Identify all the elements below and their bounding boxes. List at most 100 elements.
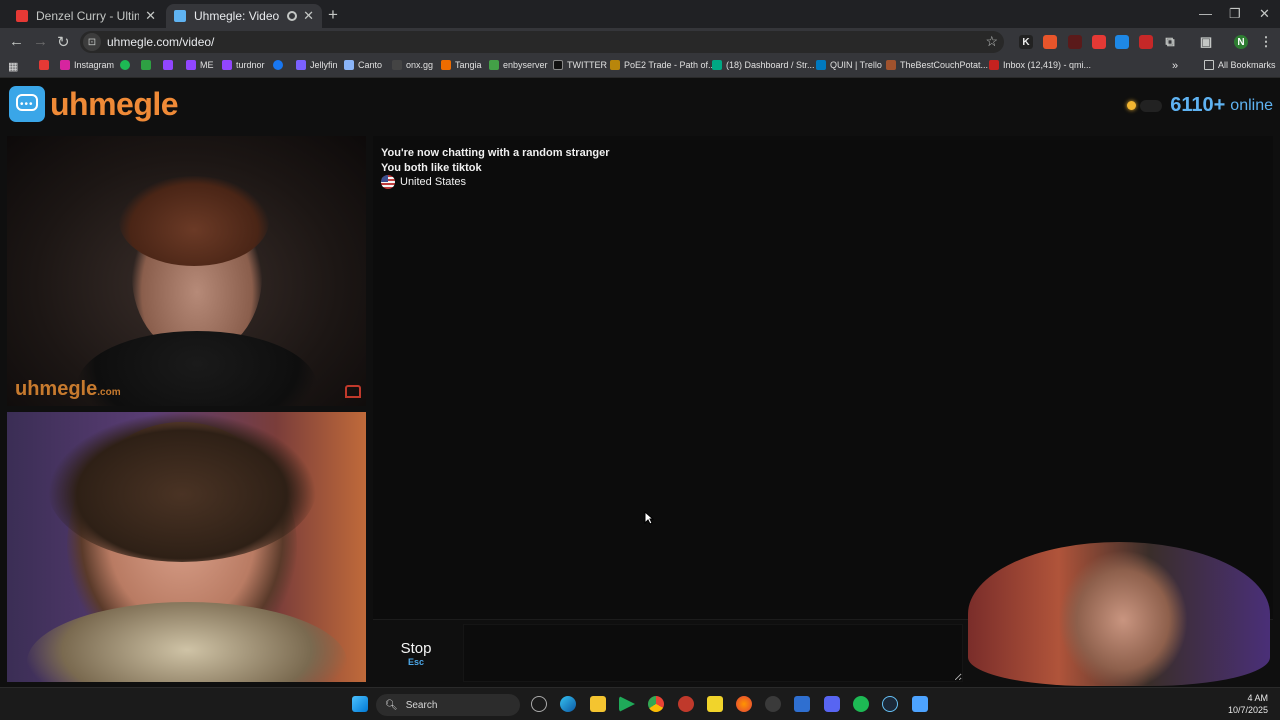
trello-icon	[816, 60, 826, 70]
taskbar-search-label: Search	[405, 699, 438, 711]
bookmark-label: PoE2 Trade - Path of...	[624, 60, 716, 70]
bookmark-youtube[interactable]	[39, 60, 53, 70]
pip-camera-overlay	[968, 542, 1270, 686]
couch-icon	[886, 60, 896, 70]
uhmegle-watermark: uhmegle.com	[15, 378, 121, 401]
sticky-notes-icon[interactable]	[707, 696, 723, 712]
x-twitter-icon	[553, 60, 563, 70]
gmail-icon	[989, 60, 999, 70]
twitch-icon	[222, 60, 232, 70]
forward-icon[interactable]: →	[33, 33, 48, 50]
all-bookmarks-folder[interactable]: All Bookmarks	[1204, 60, 1276, 70]
new-tab-icon[interactable]: +	[328, 5, 338, 25]
shared-interests: You both like tiktok	[381, 161, 482, 174]
facebook-icon	[273, 60, 283, 70]
uhmegle-page: ••• uhmegle 6110+ online uhmegle.com You…	[0, 79, 1280, 686]
bookmark-me[interactable]: ME	[186, 60, 214, 70]
bookmark-enbyserver[interactable]: enbyserver	[489, 60, 548, 70]
tab-denzel-curry[interactable]: Denzel Curry - Ultimate (BADB ✕	[8, 4, 164, 28]
bookmark-twitch[interactable]	[163, 60, 177, 70]
bookmark-facebook[interactable]	[273, 60, 287, 70]
connection-status: You're now chatting with a random strang…	[381, 147, 610, 159]
extension-badge-icon[interactable]	[1068, 35, 1082, 49]
stranger-country: United States	[381, 175, 610, 190]
enbyserver-icon	[489, 60, 499, 70]
site-info-icon[interactable]: ⊡	[83, 33, 101, 51]
file-explorer-icon[interactable]	[590, 696, 606, 712]
close-window-icon[interactable]: ✕	[1259, 6, 1270, 22]
youtube-icon	[16, 10, 28, 22]
close-tab-icon[interactable]: ✕	[145, 8, 156, 24]
steam-icon[interactable]	[882, 696, 898, 712]
online-status-dot	[1127, 101, 1137, 110]
bookmark-green-app[interactable]	[141, 60, 155, 70]
system-clock[interactable]: 4 AM 10/7/2025	[1228, 692, 1268, 716]
report-flag-icon[interactable]	[345, 385, 361, 398]
uhmegle-logo-icon[interactable]: •••	[9, 86, 45, 122]
bookmark-star-icon[interactable]: ☆	[985, 33, 998, 50]
extension-fox-icon[interactable]	[1043, 35, 1057, 49]
chrome-icon[interactable]	[648, 696, 664, 712]
browser-tab-strip: Denzel Curry - Ultimate (BADB ✕ Uhmegle:…	[0, 0, 1280, 28]
mouse-cursor-icon	[644, 511, 654, 525]
address-bar[interactable]: ⊡ uhmegle.com/video/ ☆	[80, 31, 1004, 53]
tab-uhmegle[interactable]: Uhmegle: Video Chat | Ome ✕	[166, 4, 322, 28]
bookmark-label: All Bookmarks	[1218, 60, 1276, 70]
task-view-icon[interactable]	[531, 696, 547, 712]
profile-avatar-icon[interactable]: N	[1234, 35, 1248, 49]
extension-youtube-icon[interactable]	[1092, 35, 1106, 49]
onx-icon	[392, 60, 402, 70]
bookmark-dashboard[interactable]: (18) Dashboard / Str...	[712, 60, 815, 70]
clock-date: 10/7/2025	[1227, 705, 1268, 715]
poe-icon	[610, 60, 620, 70]
bookmark-tangia[interactable]: Tangia	[441, 60, 482, 70]
more-bookmarks-icon[interactable]: »	[1172, 60, 1178, 72]
bookmark-instagram[interactable]: Instagram	[60, 60, 114, 70]
bookmark-onx[interactable]: onx.gg	[392, 60, 433, 70]
discord-icon[interactable]	[824, 696, 840, 712]
firefox-icon[interactable]	[736, 696, 752, 712]
edge-icon[interactable]	[560, 696, 576, 712]
apps-grid-icon[interactable]: ▦	[8, 60, 18, 73]
media-app-icon[interactable]	[619, 696, 635, 712]
bookmark-label: Inbox (12,419) - qmi...	[1003, 60, 1092, 70]
stop-button[interactable]: Stop Esc	[373, 624, 459, 682]
basketball-app-icon[interactable]	[678, 696, 694, 712]
tab-title: Uhmegle: Video Chat | Ome	[194, 9, 281, 23]
windows-start-icon[interactable]	[352, 696, 368, 712]
message-input[interactable]	[463, 624, 963, 682]
bookmark-trello[interactable]: QUIN | Trello	[816, 60, 882, 70]
bookmark-inbox[interactable]: Inbox (12,419) - qmi...	[989, 60, 1091, 70]
bookmark-couch-potato[interactable]: TheBestCouchPotat...	[886, 60, 988, 70]
reload-icon[interactable]: ↻	[57, 33, 70, 51]
bookmark-label: Canto	[358, 60, 383, 70]
country-name: United States	[400, 176, 467, 188]
taskbar-search[interactable]: 🔍︎ Search	[376, 694, 520, 716]
bookmark-turdnor[interactable]: turdnor	[222, 60, 265, 70]
menu-kebab-icon[interactable]: ⋮	[1259, 34, 1273, 49]
uhmegle-logo-text[interactable]: uhmegle	[50, 86, 179, 123]
theme-toggle[interactable]	[1140, 99, 1163, 112]
notepad-icon[interactable]	[912, 696, 928, 712]
twitch-icon	[163, 60, 173, 70]
close-tab-icon[interactable]: ✕	[303, 8, 314, 24]
bookmark-jellyfin[interactable]: Jellyfin	[296, 60, 338, 70]
bookmark-poe2-trade[interactable]: PoE2 Trade - Path of...	[610, 60, 716, 70]
bookmark-twitter[interactable]: TWITTER	[553, 60, 607, 70]
bookmarks-bar: ▦ Instagram ME turdnor Jellyfin Canto on…	[0, 56, 1280, 78]
bookmark-spotify[interactable]	[120, 60, 134, 70]
minimize-icon[interactable]: —	[1199, 6, 1212, 21]
extension-translate-icon[interactable]	[1115, 35, 1129, 49]
extensions-puzzle-icon[interactable]: ⧉	[1163, 34, 1177, 49]
recording-icon	[287, 11, 298, 21]
back-icon[interactable]: ←	[9, 33, 24, 50]
bookmark-canto[interactable]: Canto	[344, 60, 382, 70]
watermark-suffix: .com	[97, 387, 121, 398]
restore-icon[interactable]: ❐	[1229, 6, 1241, 22]
extension-red-icon[interactable]	[1139, 35, 1153, 49]
outlook-icon[interactable]	[794, 696, 810, 712]
side-panel-icon[interactable]: ▣	[1199, 34, 1213, 49]
obs-icon[interactable]	[765, 696, 781, 712]
extension-k-icon[interactable]: K	[1019, 35, 1033, 49]
spotify-icon[interactable]	[853, 696, 869, 712]
